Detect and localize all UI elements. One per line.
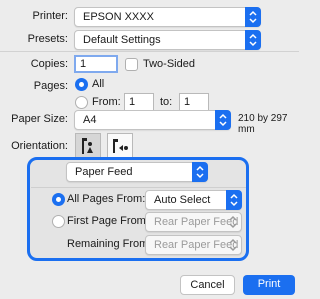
first-page-radio[interactable]: [52, 215, 65, 228]
pages-from-radio[interactable]: [75, 96, 88, 109]
pages-from-input[interactable]: 1: [124, 93, 154, 111]
section-popup[interactable]: Paper Feed: [66, 162, 208, 182]
copies-label: Copies:: [30, 58, 68, 70]
landscape-icon: [113, 139, 128, 153]
orientation-landscape-button[interactable]: [107, 133, 133, 159]
pages-from-value: 1: [129, 96, 136, 108]
all-pages-label: All Pages From:: [67, 193, 146, 205]
orientation-label: Orientation:: [11, 140, 68, 152]
paper-size-stepper-icon: [215, 110, 231, 130]
all-pages-stepper-icon: [226, 190, 242, 210]
portrait-icon: [82, 138, 93, 154]
paper-size-popup[interactable]: A4: [74, 110, 231, 130]
all-pages-radio[interactable]: [52, 193, 65, 206]
two-sided-label: Two-Sided: [143, 58, 195, 70]
section-value: Paper Feed: [75, 166, 133, 178]
all-pages-popup[interactable]: Auto Select: [145, 190, 242, 210]
divider: [0, 51, 299, 52]
first-page-stepper-icon: [228, 215, 238, 232]
pages-to-value: 1: [184, 96, 191, 108]
printer-value: EPSON XXXX: [83, 11, 154, 23]
pages-from-label: From:: [92, 96, 121, 108]
copies-input[interactable]: 1: [74, 55, 118, 73]
paper-size-dimensions: 210 by 297 mm: [238, 113, 288, 135]
all-pages-value: Auto Select: [154, 194, 211, 206]
copies-value: 1: [80, 58, 87, 70]
pages-label: Pages:: [33, 80, 68, 92]
printer-stepper-icon: [245, 7, 261, 27]
printer-popup[interactable]: EPSON XXXX: [74, 7, 261, 27]
section-stepper-icon: [192, 162, 208, 182]
pages-to-input[interactable]: 1: [179, 93, 209, 111]
remaining-label: Remaining From:: [67, 238, 152, 250]
remaining-value: Rear Paper Feed: [154, 239, 239, 251]
two-sided-checkbox[interactable]: [125, 58, 138, 71]
pages-all-label: All: [92, 78, 105, 90]
orientation-portrait-button[interactable]: [75, 133, 101, 159]
presets-label: Presets:: [27, 33, 68, 45]
presets-popup[interactable]: Default Settings: [74, 30, 261, 50]
first-page-value: Rear Paper Feed: [154, 216, 239, 228]
first-page-label: First Page From:: [67, 215, 149, 227]
print-button[interactable]: Print: [243, 275, 295, 295]
presets-value: Default Settings: [83, 34, 161, 46]
presets-stepper-icon: [245, 30, 261, 50]
remaining-stepper-icon: [228, 238, 238, 255]
remaining-popup[interactable]: Rear Paper Feed: [145, 235, 242, 255]
paper-size-label: Paper Size:: [11, 113, 68, 125]
cancel-button[interactable]: Cancel: [180, 275, 235, 295]
panel-divider: [31, 187, 246, 188]
pages-all-radio[interactable]: [75, 78, 88, 91]
paper-size-value: A4: [83, 114, 97, 126]
pages-to-label: to:: [160, 96, 173, 108]
first-page-popup[interactable]: Rear Paper Feed: [145, 212, 242, 232]
printer-label: Printer:: [32, 10, 68, 22]
